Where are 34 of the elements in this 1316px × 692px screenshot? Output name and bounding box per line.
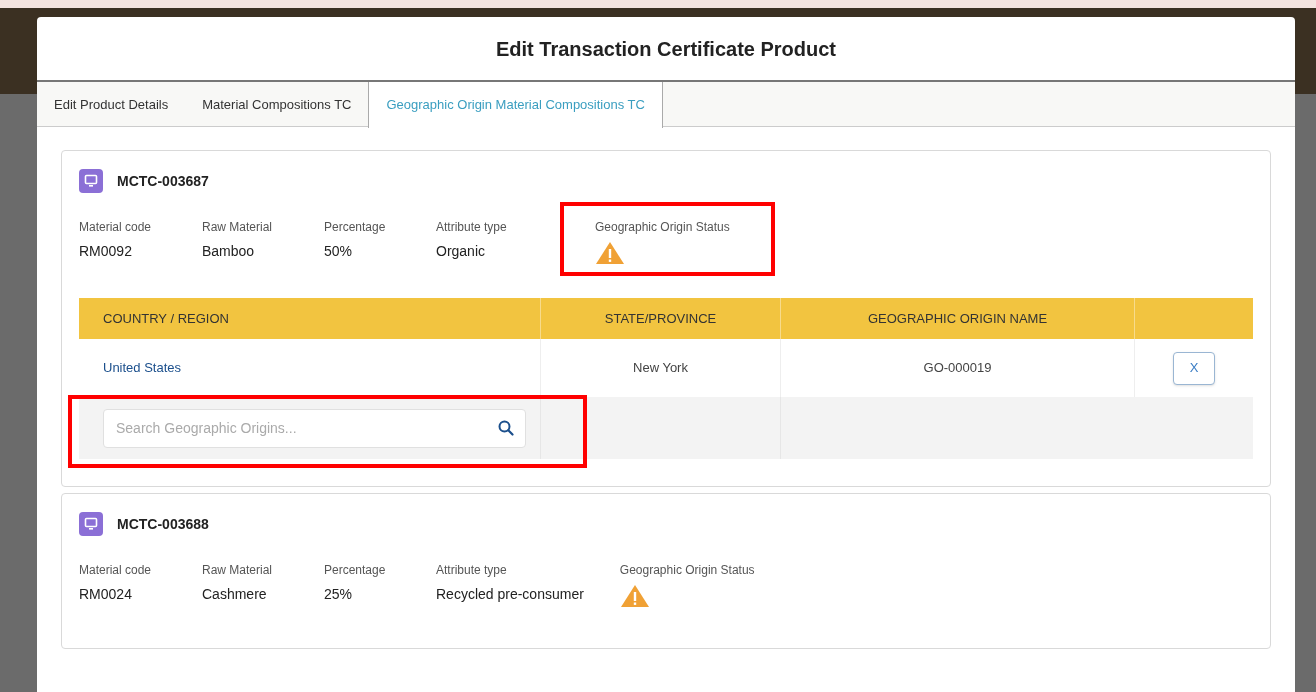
search-icon [498, 419, 514, 436]
field-value: RM0092 [79, 242, 132, 261]
field-label: Raw Material [202, 219, 273, 236]
field-value: Organic [436, 242, 486, 261]
field-label: Material code [79, 562, 152, 579]
table-cell-text: New York [633, 359, 688, 378]
table-cell-text: GO-000019 [923, 359, 992, 378]
field-value: Recycled pre-consumer [436, 585, 584, 604]
country-link[interactable]: United States [103, 360, 182, 376]
monitor-icon [79, 169, 103, 193]
field-value: RM0024 [79, 585, 132, 604]
field-label: Material code [79, 219, 152, 236]
field-label: Geographic Origin Status [619, 562, 755, 579]
field-label: Percentage [324, 562, 386, 579]
warning-icon [595, 241, 625, 265]
field-value: Cashmere [202, 585, 267, 604]
card-title: MCTC-003688 [117, 514, 209, 534]
field-label: Attribute type [436, 562, 507, 579]
warning-icon [619, 584, 650, 608]
tab[interactable]: Edit Product Details [37, 82, 186, 127]
tab[interactable]: Material Compositions TC [185, 82, 369, 127]
remove-button[interactable]: X [1173, 351, 1215, 385]
column-header: COUNTRY / REGION [102, 309, 230, 328]
field-value: 25% [324, 585, 353, 604]
field-label: Geographic Origin Status [595, 219, 730, 236]
card-title: MCTC-003687 [117, 171, 209, 191]
field-label: Percentage [324, 219, 386, 236]
modal-title: Edit Transaction Certificate Product [495, 36, 837, 62]
field-label: Attribute type [436, 219, 507, 236]
monitor-icon [79, 512, 103, 536]
field-value: 50% [324, 242, 353, 261]
search-field[interactable]: Search Geographic Origins... [103, 408, 526, 448]
field-label: Raw Material [202, 562, 273, 579]
field-value: Bamboo [202, 242, 255, 261]
